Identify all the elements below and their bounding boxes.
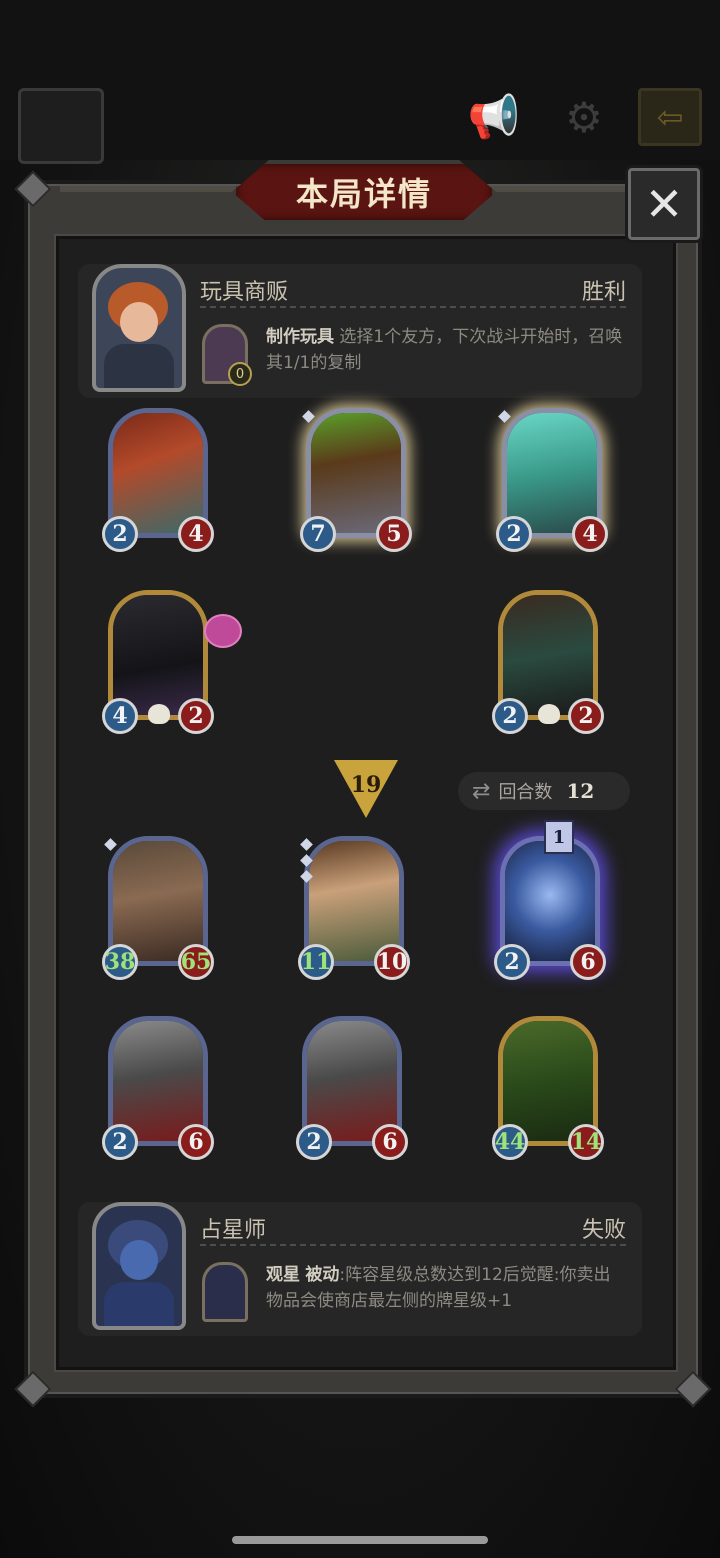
toy-item-icon	[204, 614, 242, 648]
opponent-unit-card[interactable]: 2 4	[496, 408, 608, 552]
ability-name: 观星	[266, 1265, 300, 1285]
portrait-body	[104, 1282, 174, 1326]
home-indicator[interactable]	[232, 1536, 488, 1544]
health-stat: 6	[178, 1124, 214, 1160]
opponent-unit-card[interactable]: 7 5	[300, 408, 412, 552]
title-banner: 本局详情	[232, 160, 496, 224]
skull-icon	[538, 704, 560, 724]
unit-art	[507, 413, 597, 533]
ability-name: 制作玩具	[266, 327, 334, 347]
player-unit-card[interactable]: 44 14	[492, 1016, 604, 1160]
unit-art	[113, 595, 203, 715]
player-avatar-button[interactable]	[18, 88, 104, 164]
title-ornament-right	[486, 186, 626, 192]
player-unit-card[interactable]: 38 65	[102, 836, 214, 980]
close-icon: ✕	[644, 177, 684, 231]
attack-stat: 2	[494, 944, 530, 980]
attack-stat: 2	[102, 1124, 138, 1160]
rounds-counter: ⇄ 回合数 12	[458, 772, 630, 810]
attack-stat: 2	[102, 516, 138, 552]
title-ornament-left	[60, 186, 236, 192]
unit-art	[113, 413, 203, 533]
player-unit-card[interactable]: 2 6	[494, 836, 606, 980]
attack-stat: 44	[492, 1124, 528, 1160]
attack-stat: 2	[296, 1124, 332, 1160]
divider	[200, 1244, 626, 1246]
attack-stat: 11	[298, 944, 334, 980]
opponent-info: 玩具商贩 胜利 0 制作玩具 选择1个友方，下次战斗开始时，召唤其1/1的复制	[78, 264, 642, 398]
portrait-face	[120, 302, 158, 342]
opponent-unit-card[interactable]: 2 2	[492, 590, 604, 734]
unit-art	[113, 1021, 203, 1141]
skull-icon	[148, 704, 170, 724]
player-ability: 观星 被动:阵容星级总数达到12后觉醒:你卖出物品会使商店最左侧的牌星级+1	[266, 1262, 626, 1314]
tier-value: 19	[350, 772, 382, 798]
player-name: 占星师	[200, 1218, 267, 1243]
exit-icon[interactable]: ⇦	[638, 88, 702, 146]
attack-stat: 2	[496, 516, 532, 552]
gear-icon[interactable]: ⚙	[556, 92, 612, 142]
top-bar	[0, 0, 720, 160]
unit-art	[505, 841, 595, 961]
health-stat: 6	[372, 1124, 408, 1160]
unit-art	[311, 413, 401, 533]
health-stat: 14	[568, 1124, 604, 1160]
opponent-unit-card[interactable]: 4 2	[102, 590, 242, 734]
attack-stat: 2	[492, 698, 528, 734]
player-unit-card[interactable]: 2 6	[296, 1016, 408, 1160]
close-button[interactable]: ✕	[628, 168, 700, 240]
attack-stat: 7	[300, 516, 336, 552]
attack-stat: 38	[102, 944, 138, 980]
player-unit-card[interactable]: 2 6	[102, 1016, 214, 1160]
health-stat: 2	[178, 698, 214, 734]
unit-art	[309, 841, 399, 961]
attack-stat: 4	[102, 698, 138, 734]
repeat-icon: ⇄	[472, 778, 491, 804]
health-stat: 5	[376, 516, 412, 552]
star-gazer-item-icon[interactable]	[202, 1262, 248, 1322]
unit-art	[503, 1021, 593, 1141]
megaphone-icon[interactable]: 📢	[466, 92, 522, 142]
player-unit-card[interactable]: 11 10	[298, 836, 410, 980]
health-stat: 4	[178, 516, 214, 552]
opponent-portrait[interactable]	[92, 264, 186, 392]
portrait-face	[120, 1240, 158, 1280]
ability-type: 被动	[305, 1265, 340, 1285]
opponent-ability: 制作玩具 选择1个友方，下次战斗开始时，召唤其1/1的复制	[266, 324, 626, 376]
unit-art	[503, 595, 593, 715]
unit-art	[113, 841, 203, 961]
item-count-badge: 0	[228, 362, 252, 386]
health-stat: 65	[178, 944, 214, 980]
player-result: 失败	[581, 1218, 626, 1243]
unit-art	[307, 1021, 397, 1141]
health-stat: 4	[572, 516, 608, 552]
page-title: 本局详情	[295, 175, 432, 213]
level-tag: 1	[544, 820, 574, 854]
health-stat: 6	[570, 944, 606, 980]
divider	[200, 306, 626, 308]
rounds-label: 回合数	[498, 782, 553, 803]
player-portrait[interactable]	[92, 1202, 186, 1330]
player-info: 占星师 失败 观星 被动:阵容星级总数达到12后觉醒:你卖出物品会使商店最左侧的…	[78, 1202, 642, 1336]
opponent-unit-card[interactable]: 2 4	[102, 408, 214, 552]
opponent-result: 胜利	[581, 280, 626, 305]
health-stat: 2	[568, 698, 604, 734]
health-stat: 10	[374, 944, 410, 980]
rounds-value: 12	[566, 779, 595, 803]
portrait-body	[104, 344, 174, 388]
opponent-name: 玩具商贩	[200, 280, 289, 305]
